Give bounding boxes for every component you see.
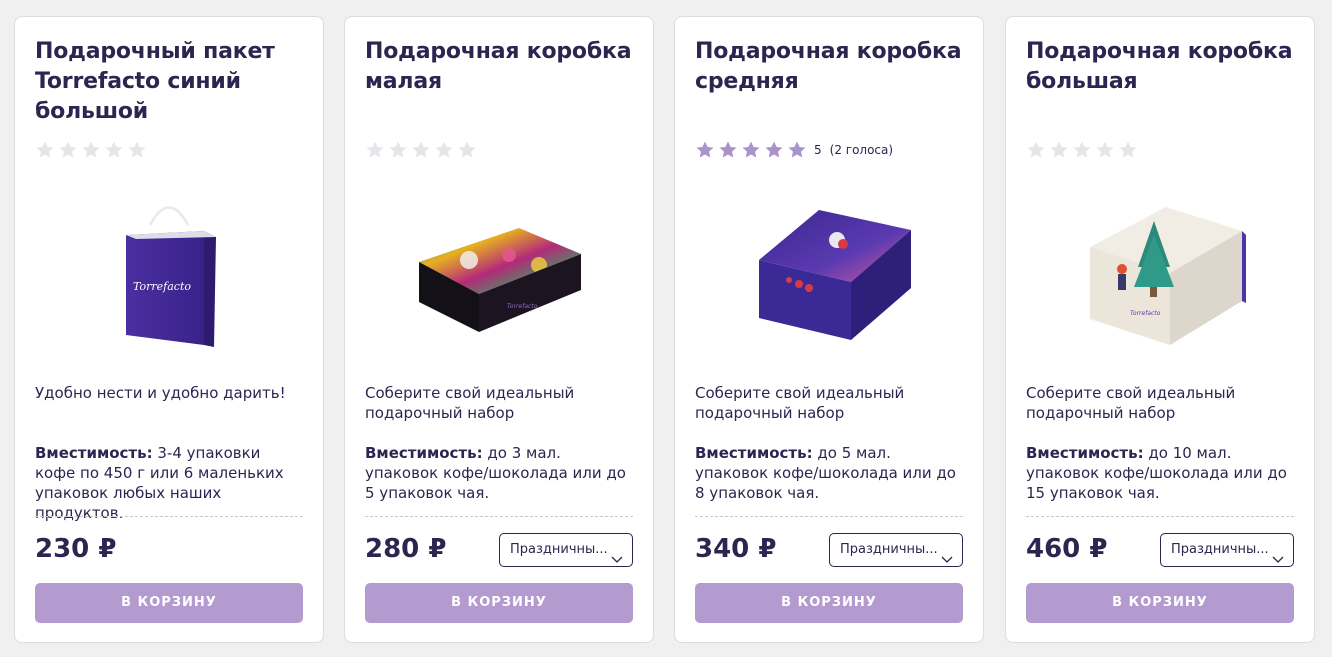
product-title[interactable]: Подарочная коробка малая [365, 37, 633, 97]
product-card: Подарочная коробка средняя 5 (2 голоса) [674, 16, 984, 643]
small-box-image[interactable]: Torrefacto [365, 177, 633, 372]
star-icon[interactable] [718, 140, 738, 160]
product-capacity: Вместимость: до 10 мал. упаковок кофе/шо… [1026, 443, 1294, 503]
add-to-cart-button[interactable]: В КОРЗИНУ [1026, 583, 1294, 623]
chevron-down-icon [611, 545, 623, 563]
star-icon[interactable] [58, 140, 78, 160]
product-card: Подарочная коробка малая Torrefacto Собе… [344, 16, 654, 643]
medium-box-image[interactable] [695, 177, 963, 372]
add-to-cart-button[interactable]: В КОРЗИНУ [695, 583, 963, 623]
star-icon[interactable] [411, 140, 431, 160]
product-description: Соберите свой идеальный подарочный набор [365, 384, 575, 422]
rating-value: 5 [814, 143, 822, 157]
design-select[interactable]: Праздничны... [829, 533, 963, 567]
design-select-value: Праздничны... [510, 542, 608, 557]
star-icon[interactable] [388, 140, 408, 160]
star-icon[interactable] [1072, 140, 1092, 160]
product-card: Подарочная коробка большая Torrefacto Со… [1005, 16, 1315, 643]
product-description: Соберите свой идеальный подарочный набор [1026, 384, 1236, 422]
rating[interactable] [35, 139, 303, 161]
divider [365, 516, 633, 517]
star-icon[interactable] [365, 140, 385, 160]
capacity-label: Вместимость: [365, 444, 483, 462]
star-icon[interactable] [1026, 140, 1046, 160]
product-description: Удобно нести и удобно дарить! [35, 384, 286, 402]
star-icon[interactable] [695, 140, 715, 160]
rating-votes: (2 голоса) [829, 143, 894, 157]
star-icon[interactable] [1049, 140, 1069, 160]
design-select[interactable]: Праздничны... [1160, 533, 1294, 567]
star-icon[interactable] [764, 140, 784, 160]
rating[interactable] [365, 139, 633, 161]
rating[interactable] [1026, 139, 1294, 161]
svg-text:Torrefacto: Torrefacto [133, 280, 191, 293]
rating[interactable]: 5 (2 голоса) [695, 139, 963, 161]
product-price: 460 ₽ [1026, 534, 1108, 564]
capacity-label: Вместимость: [1026, 444, 1144, 462]
product-price: 340 ₽ [695, 534, 777, 564]
product-capacity: Вместимость: 3-4 упаковки кофе по 450 г … [35, 443, 303, 523]
star-icon[interactable] [35, 140, 55, 160]
capacity-label: Вместимость: [35, 444, 153, 462]
star-icon[interactable] [104, 140, 124, 160]
product-capacity: Вместимость: до 3 мал. упаковок кофе/шок… [365, 443, 633, 503]
divider [35, 516, 303, 517]
product-title[interactable]: Подарочная коробка большая [1026, 37, 1294, 97]
product-capacity: Вместимость: до 5 мал. упаковок кофе/шок… [695, 443, 963, 503]
svg-text:Torrefacto: Torrefacto [507, 303, 538, 310]
star-icon[interactable] [457, 140, 477, 160]
large-box-image[interactable]: Torrefacto [1026, 177, 1294, 372]
capacity-label: Вместимость: [695, 444, 813, 462]
product-price: 280 ₽ [365, 534, 447, 564]
product-price: 230 ₽ [35, 534, 117, 564]
star-icon[interactable] [434, 140, 454, 160]
product-title[interactable]: Подарочная коробка средняя [695, 37, 963, 97]
star-icon[interactable] [81, 140, 101, 160]
svg-text:Torrefacto: Torrefacto [1130, 310, 1161, 317]
product-title[interactable]: Подарочный пакет Torrefacto синий большо… [35, 37, 303, 127]
add-to-cart-button[interactable]: В КОРЗИНУ [35, 583, 303, 623]
design-select-value: Праздничны... [1171, 542, 1269, 557]
divider [1026, 516, 1294, 517]
star-icon[interactable] [1118, 140, 1138, 160]
star-icon[interactable] [127, 140, 147, 160]
product-description: Соберите свой идеальный подарочный набор [695, 384, 905, 422]
add-to-cart-button[interactable]: В КОРЗИНУ [365, 583, 633, 623]
star-icon[interactable] [1095, 140, 1115, 160]
chevron-down-icon [941, 545, 953, 563]
product-card: Подарочный пакет Torrefacto синий большо… [14, 16, 324, 643]
gift-bag-image[interactable]: Torrefacto [35, 177, 303, 372]
design-select[interactable]: Праздничны... [499, 533, 633, 567]
divider [695, 516, 963, 517]
design-select-value: Праздничны... [840, 542, 938, 557]
star-icon[interactable] [741, 140, 761, 160]
chevron-down-icon [1272, 545, 1284, 563]
star-icon[interactable] [787, 140, 807, 160]
